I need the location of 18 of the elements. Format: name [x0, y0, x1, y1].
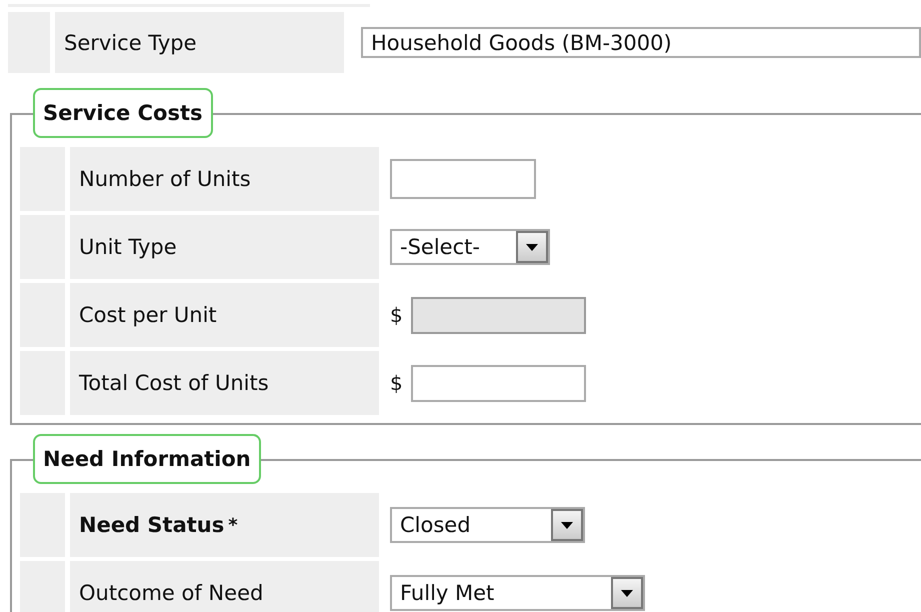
dropdown[interactable]: -Select-	[390, 229, 550, 265]
field-label: Service Type	[55, 12, 344, 73]
dropdown[interactable]: Fully Met	[390, 575, 645, 611]
field-label: Number of Units	[70, 147, 379, 211]
currency-sign: $	[390, 371, 403, 395]
field-label: Need Status *	[70, 493, 379, 557]
required-mark: *	[228, 514, 238, 536]
input-field[interactable]	[390, 159, 536, 199]
field-label: Outcome of Need	[70, 561, 379, 612]
dropdown[interactable]: Closed	[390, 507, 585, 543]
input-field[interactable]	[410, 364, 586, 402]
service-type-field[interactable]: Household Goods (BM-3000)	[361, 27, 921, 58]
section-title: Service Costs	[33, 88, 212, 138]
field-label: Total Cost of Units	[70, 351, 379, 415]
field-label: Unit Type	[70, 215, 379, 279]
currency-sign: $	[390, 303, 403, 327]
section-title: Need Information	[33, 434, 261, 484]
field-label: Cost per Unit	[70, 283, 379, 347]
